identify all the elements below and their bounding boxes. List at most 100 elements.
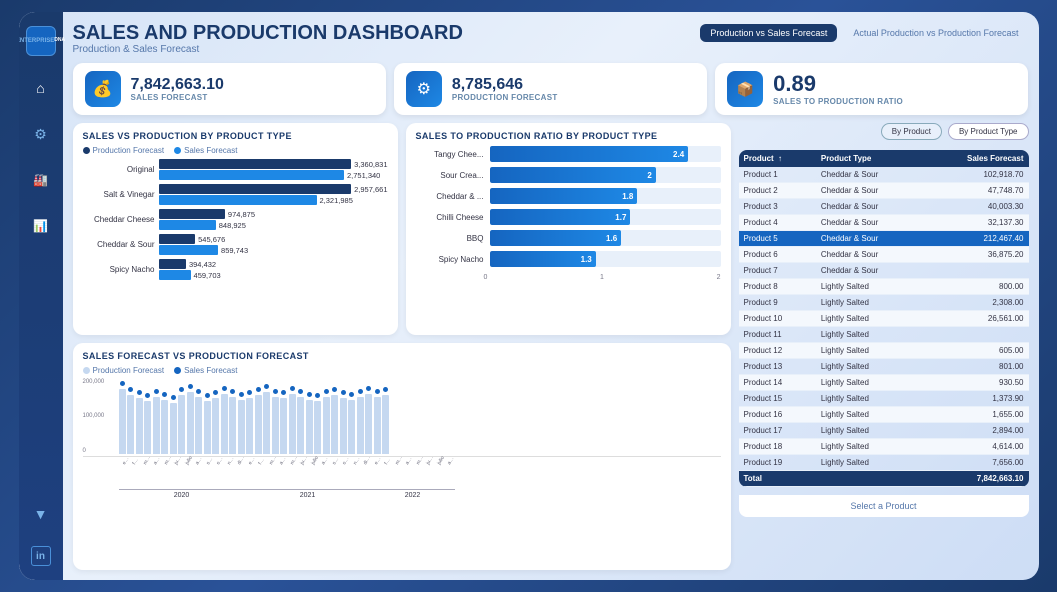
cell-product: Product 1 [739, 167, 816, 183]
forecast-col [255, 387, 262, 454]
forecast-col [161, 392, 168, 454]
svp-legend: Production Forecast Sales Forecast [83, 146, 388, 155]
table-row[interactable]: Product 14 Lightly Salted 930.50 [739, 375, 1029, 391]
factory-icon[interactable]: 🏭 [27, 166, 55, 194]
table-row[interactable]: Product 2 Cheddar & Sour 47,748.70 [739, 183, 1029, 199]
forecast-col [212, 390, 219, 454]
table-row[interactable]: Product 12 Lightly Salted 605.00 [739, 343, 1029, 359]
sales-vs-production-chart: SALES VS PRODUCTION BY PRODUCT TYPE Prod… [73, 123, 398, 335]
table-row[interactable]: Product 5 Cheddar & Sour 212,467.40 [739, 231, 1029, 247]
y-axis: 200,000100,0000 [83, 379, 105, 454]
forecast-dot [332, 387, 337, 392]
sales-bar-wrap: 2,321,985 [159, 195, 388, 205]
cell-sales [923, 327, 1029, 343]
forecast-dot [120, 381, 125, 386]
cell-type: Cheddar & Sour [816, 183, 923, 199]
main-container: ENTERPRISE DNA ⌂ ⚙ 🏭 📊 ▼ in SALES AND PR… [19, 12, 1039, 580]
bar-label: Cheddar & Sour [83, 240, 155, 249]
tab-production-vs-sales[interactable]: Production vs Sales Forecast [700, 24, 837, 42]
svp-bars: Original 3,360,831 2,751,340 Salt & Vine… [83, 159, 388, 280]
legend-sales-label: Sales Forecast [184, 146, 237, 155]
by-product-btn[interactable]: By Product [881, 123, 942, 140]
prod-bar-wrap: 974,875 [159, 209, 388, 219]
table-row[interactable]: Product 8 Lightly Salted 800.00 [739, 279, 1029, 295]
table-row[interactable]: Product 11 Lightly Salted [739, 327, 1029, 343]
tab-actual-vs-forecast[interactable]: Actual Production vs Production Forecast [843, 24, 1028, 42]
y-label: 200,000 [83, 379, 105, 385]
forecast-dot [213, 390, 218, 395]
table-row[interactable]: Product 16 Lightly Salted 1,655.00 [739, 407, 1029, 423]
table-row[interactable]: Product 1 Cheddar & Sour 102,918.70 [739, 167, 1029, 183]
content-area: SALES AND PRODUCTION DASHBOARD Productio… [63, 12, 1039, 580]
logo: ENTERPRISE DNA [26, 26, 56, 56]
forecast-bar [195, 397, 202, 454]
ratio-row: Sour Crea... 2 [416, 167, 721, 183]
home-icon[interactable]: ⌂ [27, 74, 55, 102]
forecast-dot [315, 393, 320, 398]
table-row[interactable]: Product 6 Cheddar & Sour 36,875.20 [739, 247, 1029, 263]
prod-bar-wrap: 3,360,831 [159, 159, 388, 169]
forecast-bar [144, 401, 151, 454]
cell-sales: 800.00 [923, 279, 1029, 295]
bar-row: Spicy Nacho 394,432 459,703 [83, 259, 388, 280]
filter-icon[interactable]: ▼ [27, 500, 55, 528]
cell-sales: 2,308.00 [923, 295, 1029, 311]
table-wrapper[interactable]: Product ↑ Product Type Sales Forecast Pr… [739, 150, 1029, 487]
select-product[interactable]: Select a Product [739, 495, 1029, 517]
forecast-bar [178, 395, 185, 454]
forecast-bar [348, 400, 355, 454]
table-row[interactable]: Product 17 Lightly Salted 2,894.00 [739, 423, 1029, 439]
table-row[interactable]: Product 15 Lightly Salted 1,373.90 [739, 391, 1029, 407]
ratio-label: Sour Crea... [416, 171, 484, 180]
cell-sales: 930.50 [923, 375, 1029, 391]
legend-sales: Sales Forecast [174, 146, 237, 155]
table-row[interactable]: Product 18 Lightly Salted 4,614.00 [739, 439, 1029, 455]
forecast-dot [137, 390, 142, 395]
prod-bar [159, 259, 186, 269]
cell-product: Product 2 [739, 183, 816, 199]
table-nav: By Product By Product Type [739, 123, 1029, 140]
ratio-row: Chilli Cheese 1.7 [416, 209, 721, 225]
forecast-title: SALES FORECAST VS PRODUCTION FORECAST [83, 351, 721, 361]
forecast-bar [272, 397, 279, 454]
forecast-bar [280, 398, 287, 454]
cell-sales: 7,656.00 [923, 455, 1029, 471]
sales-bar [159, 195, 317, 205]
sales-val: 2,751,340 [347, 171, 380, 180]
table-row[interactable]: Product 9 Lightly Salted 2,308.00 [739, 295, 1029, 311]
cell-sales: 36,875.20 [923, 247, 1029, 263]
prod-bar-wrap: 394,432 [159, 259, 388, 269]
table-row[interactable]: Product 4 Cheddar & Sour 32,137.30 [739, 215, 1029, 231]
forecast-dot [366, 386, 371, 391]
bar-group: 2,957,661 2,321,985 [159, 184, 388, 205]
prod-val: 545,676 [198, 235, 225, 244]
ratio-bar-val: 1.7 [615, 213, 626, 222]
table-row[interactable]: Product 19 Lightly Salted 7,656.00 [739, 455, 1029, 471]
ratio-bar-val: 1.6 [606, 234, 617, 243]
bar-label: Spicy Nacho [83, 265, 155, 274]
forecast-col [340, 390, 347, 454]
cell-type: Cheddar & Sour [816, 215, 923, 231]
by-product-type-btn[interactable]: By Product Type [948, 123, 1029, 140]
forecast-bar [365, 394, 372, 454]
forecast-col [170, 395, 177, 454]
forecast-bar [136, 398, 143, 454]
cell-sales: 1,373.90 [923, 391, 1029, 407]
forecast-bar [331, 395, 338, 454]
forecast-dot [247, 390, 252, 395]
chart-icon[interactable]: 📊 [27, 212, 55, 240]
forecast-col [314, 393, 321, 454]
cell-product: Product 15 [739, 391, 816, 407]
linkedin-icon[interactable]: in [31, 546, 51, 566]
settings-icon[interactable]: ⚙ [27, 120, 55, 148]
sales-val: 848,925 [219, 221, 246, 230]
ratio-bars: Tangy Chee... 2.4 Sour Crea... 2 Cheddar… [416, 146, 721, 281]
forecast-col [357, 389, 364, 454]
table-row[interactable]: Product 7 Cheddar & Sour [739, 263, 1029, 279]
table-row[interactable]: Product 3 Cheddar & Sour 40,003.30 [739, 199, 1029, 215]
table-row[interactable]: Product 13 Lightly Salted 801.00 [739, 359, 1029, 375]
forecast-col [136, 390, 143, 454]
table-row[interactable]: Product 10 Lightly Salted 26,561.00 [739, 311, 1029, 327]
ratio-chart-title: SALES TO PRODUCTION RATIO BY PRODUCT TYP… [416, 131, 721, 141]
prod-bar [159, 234, 196, 244]
